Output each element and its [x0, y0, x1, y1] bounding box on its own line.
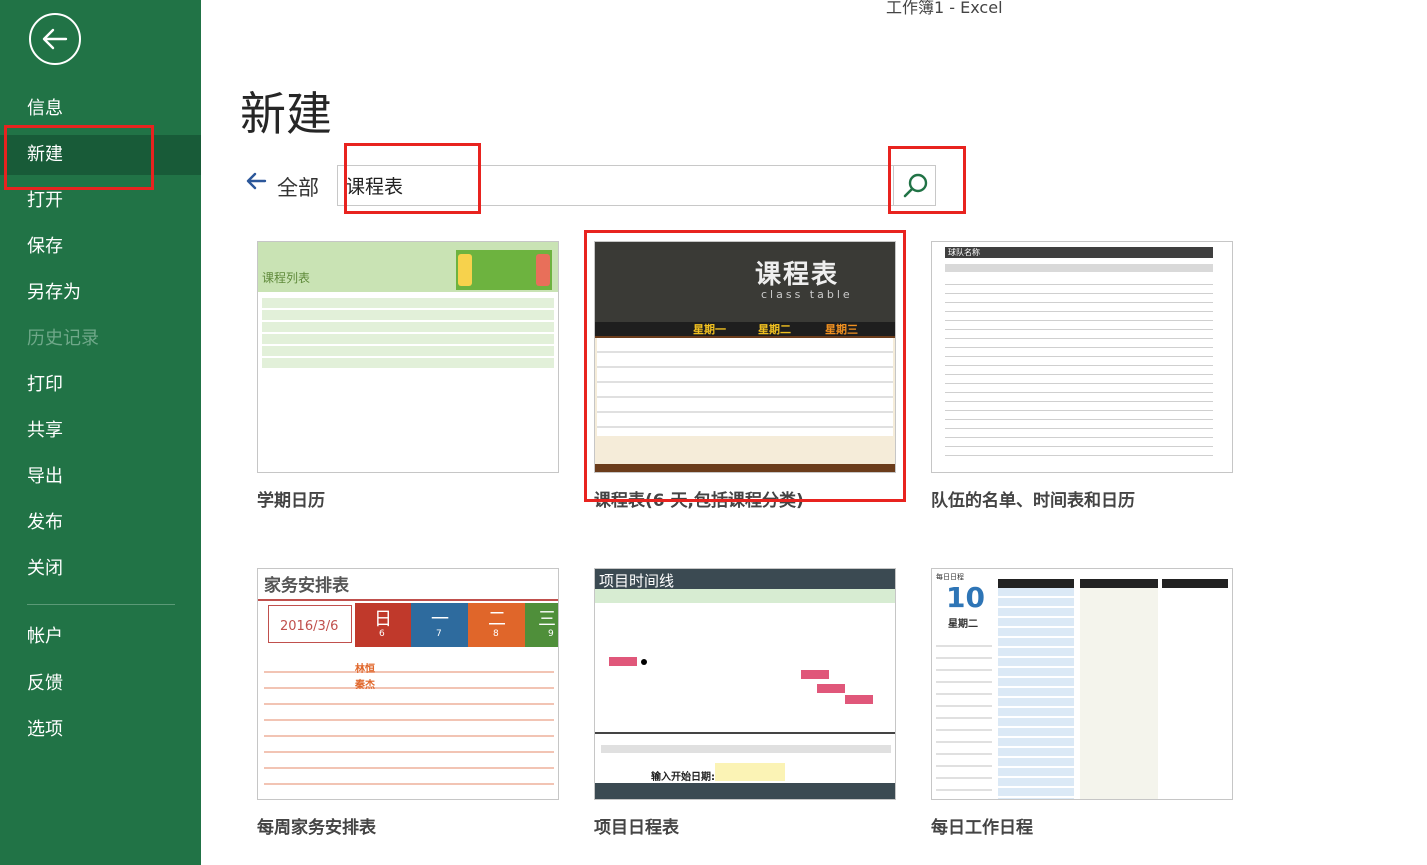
nav-account[interactable]: 帐户: [0, 617, 201, 657]
back-button[interactable]: [29, 13, 81, 65]
thumb-title: 球队名称: [948, 248, 980, 257]
thumb-weekday: 星期二: [948, 619, 978, 630]
nav-history: 历史记录: [27, 328, 99, 349]
left-arrow-icon[interactable]: [245, 170, 267, 196]
search-button[interactable]: [893, 165, 936, 206]
thumb-title: 课程表: [755, 260, 840, 290]
backstage-sidebar: 信息 新建 打开 保存 另存为 历史记录 打印 共享 导出 发布 关闭 帐户 反…: [0, 0, 201, 865]
nav-share[interactable]: 共享: [0, 411, 201, 451]
template-label[interactable]: 学期日历: [257, 486, 325, 511]
template-label[interactable]: 项目日程表: [594, 813, 679, 838]
nav-save-as[interactable]: 另存为: [0, 273, 201, 313]
template-daily-work-schedule[interactable]: 每日日程 10 星期二: [931, 568, 1233, 800]
thumb-subtitle: class table: [761, 288, 853, 301]
search-icon: [903, 173, 928, 198]
template-search-input[interactable]: [337, 165, 893, 206]
thumb-day: 二: [488, 609, 506, 630]
template-project-schedule[interactable]: 项目时间线 输入开始日期:: [594, 568, 896, 800]
template-weekly-chores[interactable]: 家务安排表 2016/3/6 日 一 二 三 6 7 8 9 林恒 秦杰: [257, 568, 559, 800]
template-class-schedule[interactable]: 课程表 class table 星期一 星期二 星期三: [594, 241, 896, 473]
nav-export[interactable]: 导出: [0, 457, 201, 497]
thumb-grid: [945, 276, 1213, 464]
thumb-title: 课程列表: [262, 271, 311, 285]
thumb-header: [945, 247, 1213, 258]
nav-new[interactable]: 新建: [0, 135, 201, 175]
nav-options[interactable]: 选项: [0, 710, 201, 750]
nav-publish[interactable]: 发布: [0, 503, 201, 543]
template-semester-calendar[interactable]: 课程列表: [257, 241, 559, 473]
thumb-day: 三: [538, 609, 556, 630]
thumb-input-label: 输入开始日期:: [651, 772, 715, 783]
thumb-day: 日: [374, 609, 392, 630]
template-label[interactable]: 队伍的名单、时间表和日历: [931, 486, 1135, 511]
thumb-table: [597, 338, 893, 436]
thumb-day: 星期三: [825, 323, 858, 336]
thumb-table: [262, 298, 554, 368]
thumb-date: 2016/3/6: [280, 619, 339, 634]
thumb-day: 一: [431, 609, 449, 630]
thumb-day: 星期二: [758, 323, 791, 336]
template-label[interactable]: 每周家务安排表: [257, 813, 376, 838]
window-title: 工作簿1 - Excel: [886, 0, 1003, 17]
nav-print[interactable]: 打印: [0, 365, 201, 405]
thumb-title: 家务安排表: [264, 576, 349, 596]
template-team-roster[interactable]: 球队名称: [931, 241, 1233, 473]
nav-divider: [27, 604, 175, 605]
thumb-title: 项目时间线: [599, 572, 675, 590]
template-label[interactable]: 课程表(6 天,包括课程分类): [594, 486, 804, 511]
nav-close[interactable]: 关闭: [0, 549, 201, 589]
back-arrow-circle-icon: [42, 28, 68, 50]
page-title: 新建: [240, 87, 332, 141]
thumb-day: 10: [946, 581, 985, 614]
nav-info[interactable]: 信息: [0, 89, 201, 129]
nav-feedback[interactable]: 反馈: [0, 664, 201, 704]
nav-open[interactable]: 打开: [0, 181, 201, 221]
thumb-day: 星期一: [693, 323, 726, 336]
nav-save[interactable]: 保存: [0, 227, 201, 267]
thumb-table: [264, 657, 554, 797]
breadcrumb-all[interactable]: 全部: [277, 172, 319, 202]
template-label[interactable]: 每日工作日程: [931, 813, 1033, 838]
